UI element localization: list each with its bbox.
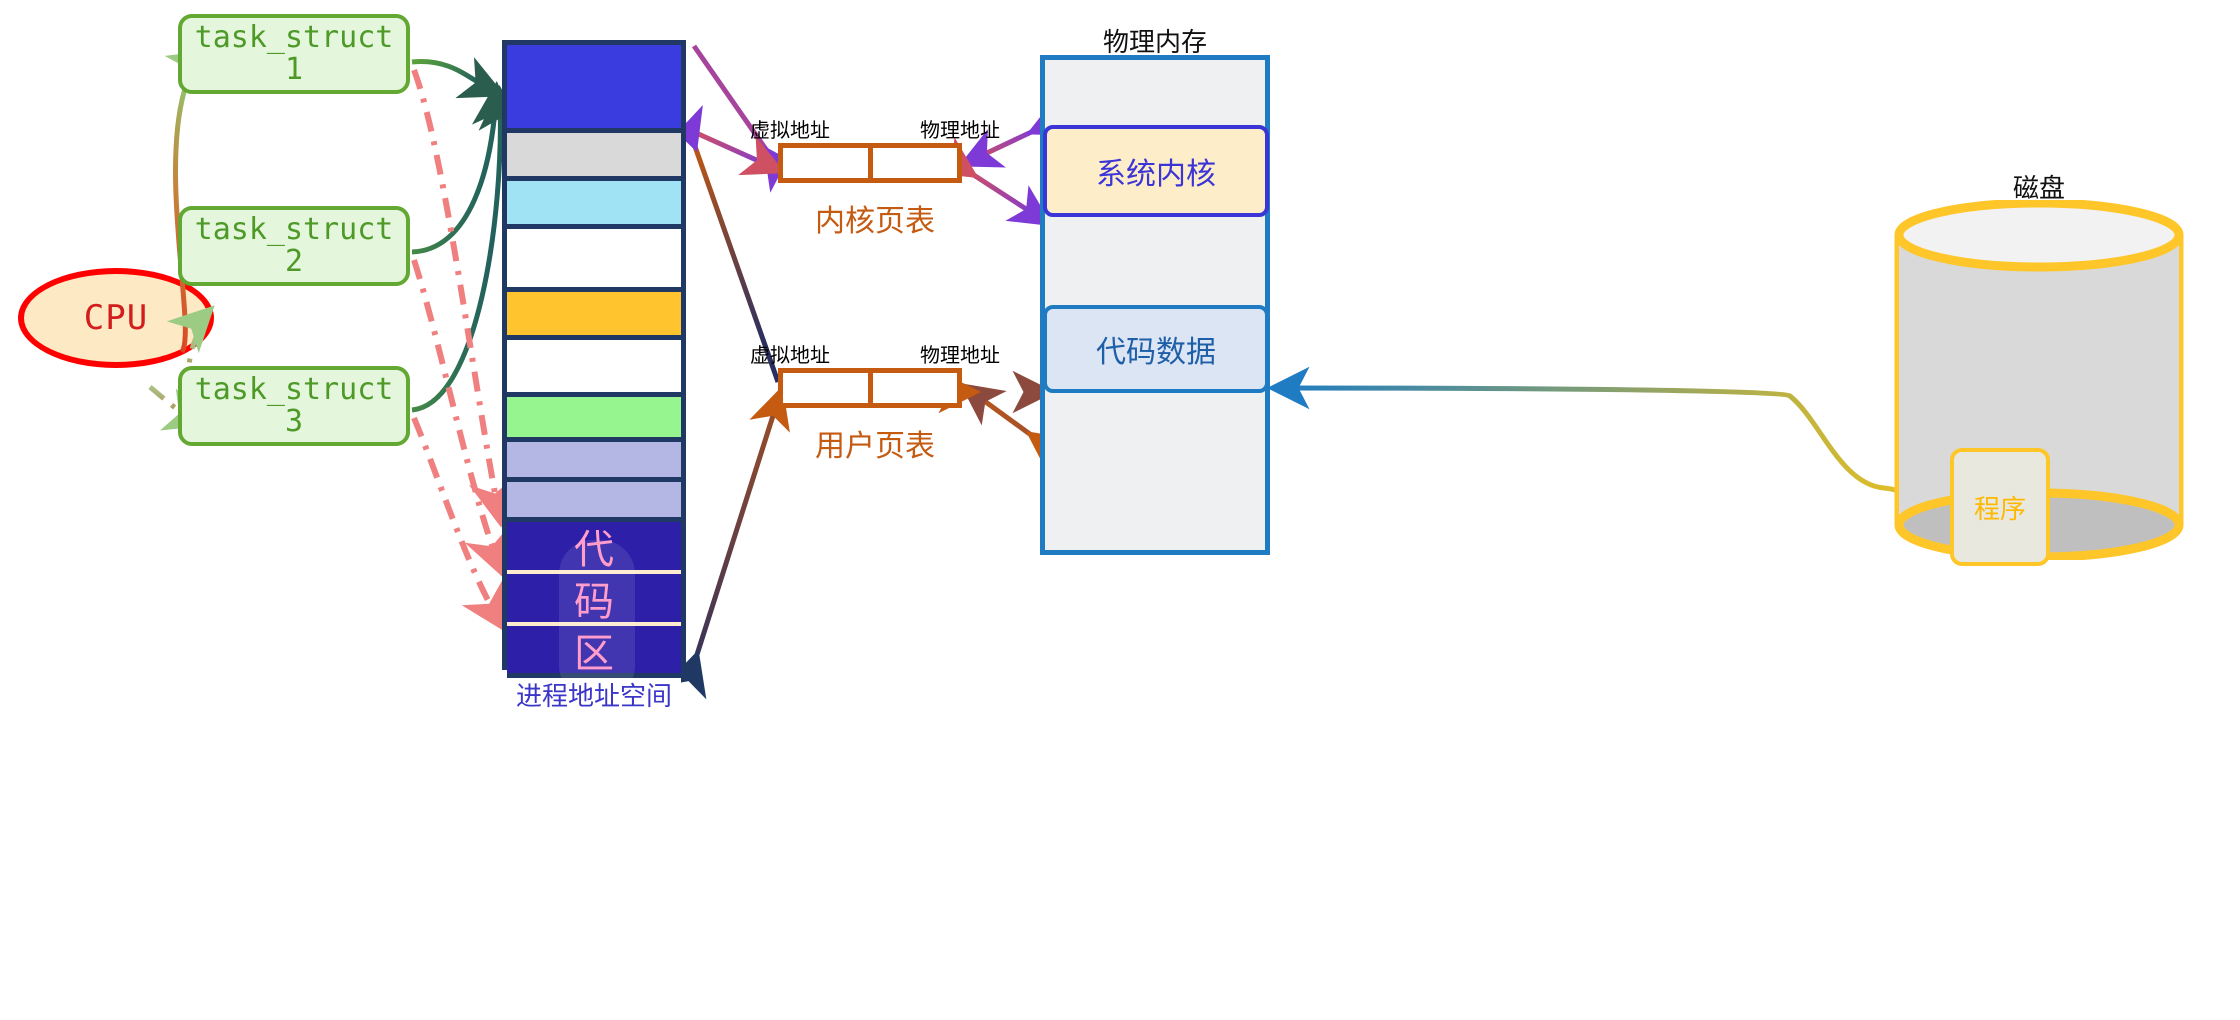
address-space-segment-white-region-2 [507,340,681,397]
edge-kerntbl-to-kernelblock [931,137,1053,227]
edge-program-to-datacode [1290,392,1950,506]
task-struct-3-node[interactable]: task_struct 3 [178,366,410,446]
address-space-segment-cyan-region [507,181,681,229]
edge-cpu-to-task1 [164,49,215,354]
disk-title: 磁盘 [2012,173,2065,203]
user-page-table-physical-cell[interactable] [873,373,958,403]
task-struct-2-label: task_struct [194,211,394,247]
kernel-page-table[interactable]: 虚拟地址 物理地址 内核页表 [750,120,1000,238]
task-struct-2-node[interactable]: task_struct 2 [178,206,410,286]
address-space-segment-text: 码 [574,579,614,625]
diagram-canvas: CPU task_struct 1 task_struct 2 task_str… [0,0,2240,1020]
physical-memory-title: 物理内存 [1102,27,1207,57]
system-kernel-block[interactable]: 系统内核 [1043,125,1269,217]
kernel-page-table-virtual-cell[interactable] [783,148,873,178]
edge-task2-to-vas [411,81,517,255]
edge-task2-to-code2 [411,259,510,579]
system-kernel-label: 系统内核 [1096,158,1216,191]
task-struct-3-number: 3 [284,404,304,439]
user-page-table-name: 用户页表 [815,430,935,463]
task-struct-1-label: task_struct [194,19,394,55]
address-space-segment-green-region [507,397,681,442]
process-address-space-caption: 进程地址空间 [515,681,672,711]
program-label: 程序 [1973,493,2026,524]
address-space-segment-lavender-region-1 [507,442,681,482]
address-space-segment-lavender-region-2 [507,482,681,522]
edge-vas-bottom-to-usertbl [663,385,790,700]
user-page-table-virtual-cell[interactable] [783,373,873,403]
address-space-segment-white-region-1 [507,229,681,292]
kernel-page-table-headers: 虚拟地址 物理地址 [750,114,1000,143]
task-struct-3-label: task_struct [194,371,394,407]
address-space-segment-gray-region [507,133,681,181]
address-space-segment-text: 区 [574,630,614,677]
address-space-segment-orange-region [507,292,681,340]
process-address-space-column[interactable]: 代码区 [502,40,686,715]
code-data-block[interactable]: 代码数据 [1043,305,1269,393]
program-block[interactable]: 程序 [1950,448,2050,566]
user-page-table[interactable]: 虚拟地址 物理地址 用户页表 [750,345,1000,463]
kernel-page-table-physical-cell[interactable] [873,148,958,178]
address-space-segment-kernel-space [507,45,681,133]
edge-datacode-to-usertbl [959,383,1073,474]
edge-program-to-code-data [1267,366,1951,509]
address-space-segment-code-region-2: 码 [507,574,681,626]
address-space-segment-code-region-3: 区 [507,626,681,678]
code-data-label: 代码数据 [1096,336,1216,369]
task-struct-1-node[interactable]: task_struct 1 [178,14,410,94]
user-physical-address-header: 物理地址 [920,345,1000,367]
physical-memory-block[interactable]: 系统内核 代码数据 [1040,55,1270,555]
address-space-segment-code-region-1: 代 [507,522,681,574]
kernel-physical-address-header: 物理地址 [920,120,1000,142]
kernel-page-table-name: 内核页表 [815,205,935,238]
address-space-segments: 代码区 [507,45,681,715]
user-page-table-headers: 虚拟地址 物理地址 [750,339,1000,368]
kernel-virtual-address-header: 虚拟地址 [750,120,830,142]
task-struct-1-number: 1 [284,52,304,87]
task-struct-2-number: 2 [284,244,304,279]
edge-task1-to-vas [411,57,506,99]
user-virtual-address-header: 虚拟地址 [750,345,830,367]
address-space-segment-text: 代 [574,527,614,573]
